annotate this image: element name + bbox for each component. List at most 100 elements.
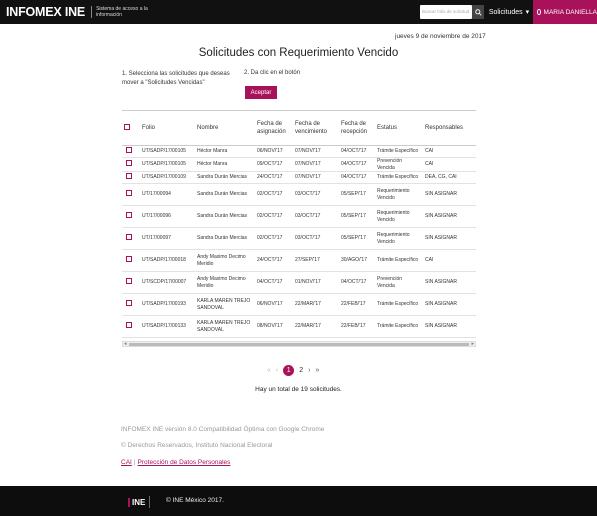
row-select-cell [122,271,140,294]
col-nombre[interactable]: Nombre [195,110,255,146]
footer-bar [0,486,597,516]
table-row[interactable]: UT/SADP/17/00018 Andy Maximo Decimo Merid… [122,249,476,272]
row-checkbox[interactable] [126,300,132,307]
solicitudes-menu[interactable]: Solicitudes ▾ [487,0,531,24]
table-row[interactable]: UT/SADP/17/00193 KARLA MAREN TREJO SANDOV… [122,293,476,316]
row-select-cell [122,227,140,250]
cell-estatus: Requerimiento Vencido [375,205,423,228]
cai-link[interactable]: CAI [121,459,132,466]
next-page-button[interactable]: › [308,367,310,374]
cell-nombre: KARLA MAREN TREJO SANDOVAL [195,293,255,316]
page-1-button[interactable]: 1 [283,365,295,376]
row-checkbox[interactable] [126,160,132,167]
cell-fecha-recepcion: 30/AGO/'17 [339,249,375,272]
cell-fecha-asignacion: 02/OCT/'17 [255,205,293,228]
privacy-link[interactable]: Protección de Datos Personales [138,459,231,466]
cell-fecha-vencimiento: 07/NOV/'17 [293,145,339,158]
cell-fecha-asignacion: 08/NOV/'17 [255,315,293,338]
col-responsables[interactable]: Responsables [423,110,476,146]
cell-nombre: Andy Maximo Decimo Meridio [195,249,255,272]
ine-logo: INE [128,496,154,508]
table-row[interactable]: UT/SADP/17/00105 Héctor Manra 06/NOV/'17 07… [122,145,476,158]
table-row[interactable]: UT/SADP/17/00133 KARLA MAREN TREJO SANDOV… [122,315,476,338]
table-row[interactable]: UT/SADP/17/00109 Sandra Durán Mercias 24/O… [122,171,476,184]
row-checkbox[interactable] [126,190,132,197]
cell-estatus: Requerimiento Vencido [375,227,423,250]
user-menu[interactable]: MARIA DANIELLA [533,0,597,24]
table-row[interactable]: UT/SADP/17/00105 Héctor Manra 09/OCT/'17 07… [122,157,476,172]
row-select-cell [122,205,140,228]
accept-button[interactable]: Aceptar [245,86,277,99]
instruction-step-2: 2. Da clic en el botón [244,70,301,76]
cell-folio: UT/SCDP/17/00007 [140,271,195,294]
cell-responsables: CAI [423,249,476,272]
instruction-step-1: 1. Selecciona las solicitudes que deseas… [122,71,230,86]
horizontal-scrollbar[interactable]: ◂ ▸ [122,341,476,347]
row-checkbox[interactable] [126,212,132,219]
cell-folio: UT/17/00096 [140,205,195,228]
user-name: MARIA DANIELLA [543,8,597,16]
cell-nombre: Sandra Durán Mercias [195,205,255,228]
requests-table: Folio Nombre Fecha de asignación Fecha d… [122,110,476,338]
cell-fecha-asignacion: 24/OCT/'17 [255,249,293,272]
cell-fecha-asignacion: 06/NOV/'17 [255,293,293,316]
cell-nombre: Sandra Durán Mercias [195,227,255,250]
cell-estatus: Trámite Específico [375,249,423,272]
table-row[interactable]: UT/17/00094 Sandra Durán Mercias 02/OCT/'1… [122,183,476,206]
row-checkbox[interactable] [126,278,132,285]
cell-nombre: KARLA MAREN TREJO SANDOVAL [195,315,255,338]
cell-fecha-recepcion: 05/SEP/'17 [339,227,375,250]
table-row[interactable]: UT/17/00097 Sandra Durán Mercias 02/OCT/'1… [122,227,476,250]
cell-fecha-asignacion: 09/OCT/'17 [255,157,293,172]
col-folio[interactable]: Folio [140,110,195,146]
row-checkbox[interactable] [126,322,132,329]
cell-fecha-recepcion: 04/OCT/'17 [339,171,375,184]
row-select-cell [122,157,140,172]
cell-fecha-asignacion: 02/OCT/'17 [255,227,293,250]
row-checkbox[interactable] [126,256,132,263]
scroll-left-icon[interactable]: ◂ [124,342,127,347]
brand-logo[interactable]: INFOMEX INE [0,5,85,19]
cell-folio: UT/SADP/17/00018 [140,249,195,272]
row-checkbox[interactable] [126,234,132,241]
user-icon [537,9,541,15]
search-input[interactable]: Buscar folio de solicitud [420,5,472,19]
col-estatus[interactable]: Estatus [375,110,423,146]
row-checkbox[interactable] [126,173,132,180]
cell-nombre: Andy Maximo Decimo Meridio [195,271,255,294]
row-checkbox[interactable] [126,147,132,154]
cell-estatus: Prevención Vencida [375,271,423,294]
select-all-cell [122,110,140,146]
cell-responsables: SIN ASIGNAR [423,205,476,228]
select-all-checkbox[interactable] [124,123,130,130]
rights-note: © Derechos Reservados, Instituto Naciona… [121,442,273,449]
copyright: © INE México 2017. [166,497,224,504]
cell-fecha-recepcion: 05/SEP/'17 [339,205,375,228]
cell-responsables: CAI [423,157,476,172]
scrollbar-thumb[interactable] [129,343,469,346]
first-page-button[interactable]: « [267,367,271,374]
table-row[interactable]: UT/17/00096 Sandra Durán Mercias 02/OCT/'1… [122,205,476,228]
cell-fecha-recepcion: 22/FEB/'17 [339,315,375,338]
cell-estatus: Prevención Vencida [375,157,423,172]
cell-folio: UT/SADP/17/00109 [140,171,195,184]
table-row[interactable]: UT/SCDP/17/00007 Andy Maximo Decimo Merid… [122,271,476,294]
col-fecha-asignacion[interactable]: Fecha de asignación [255,110,293,146]
cell-responsables: SIN ASIGNAR [423,271,476,294]
col-fecha-vencimiento[interactable]: Fecha de vencimiento [293,110,339,146]
cell-folio: UT/SADP/17/00133 [140,315,195,338]
prev-page-button[interactable]: ‹ [276,367,278,374]
search-icon [474,8,482,16]
last-page-button[interactable]: » [316,367,320,374]
page-2-button[interactable]: 2 [299,367,303,374]
col-fecha-recepcion[interactable]: Fecha de recepción [339,110,375,146]
scroll-right-icon[interactable]: ▸ [471,342,474,347]
row-select-cell [122,145,140,158]
chevron-down-icon: ▾ [525,9,530,16]
cell-nombre: Héctor Manra [195,157,255,172]
cell-fecha-recepcion: 04/OCT/'17 [339,157,375,172]
ine-logo-text: INE [132,497,146,507]
search-button[interactable] [472,5,484,19]
cell-fecha-vencimiento: 07/NOV/'17 [293,157,339,172]
cell-responsables: SIN ASIGNAR [423,227,476,250]
